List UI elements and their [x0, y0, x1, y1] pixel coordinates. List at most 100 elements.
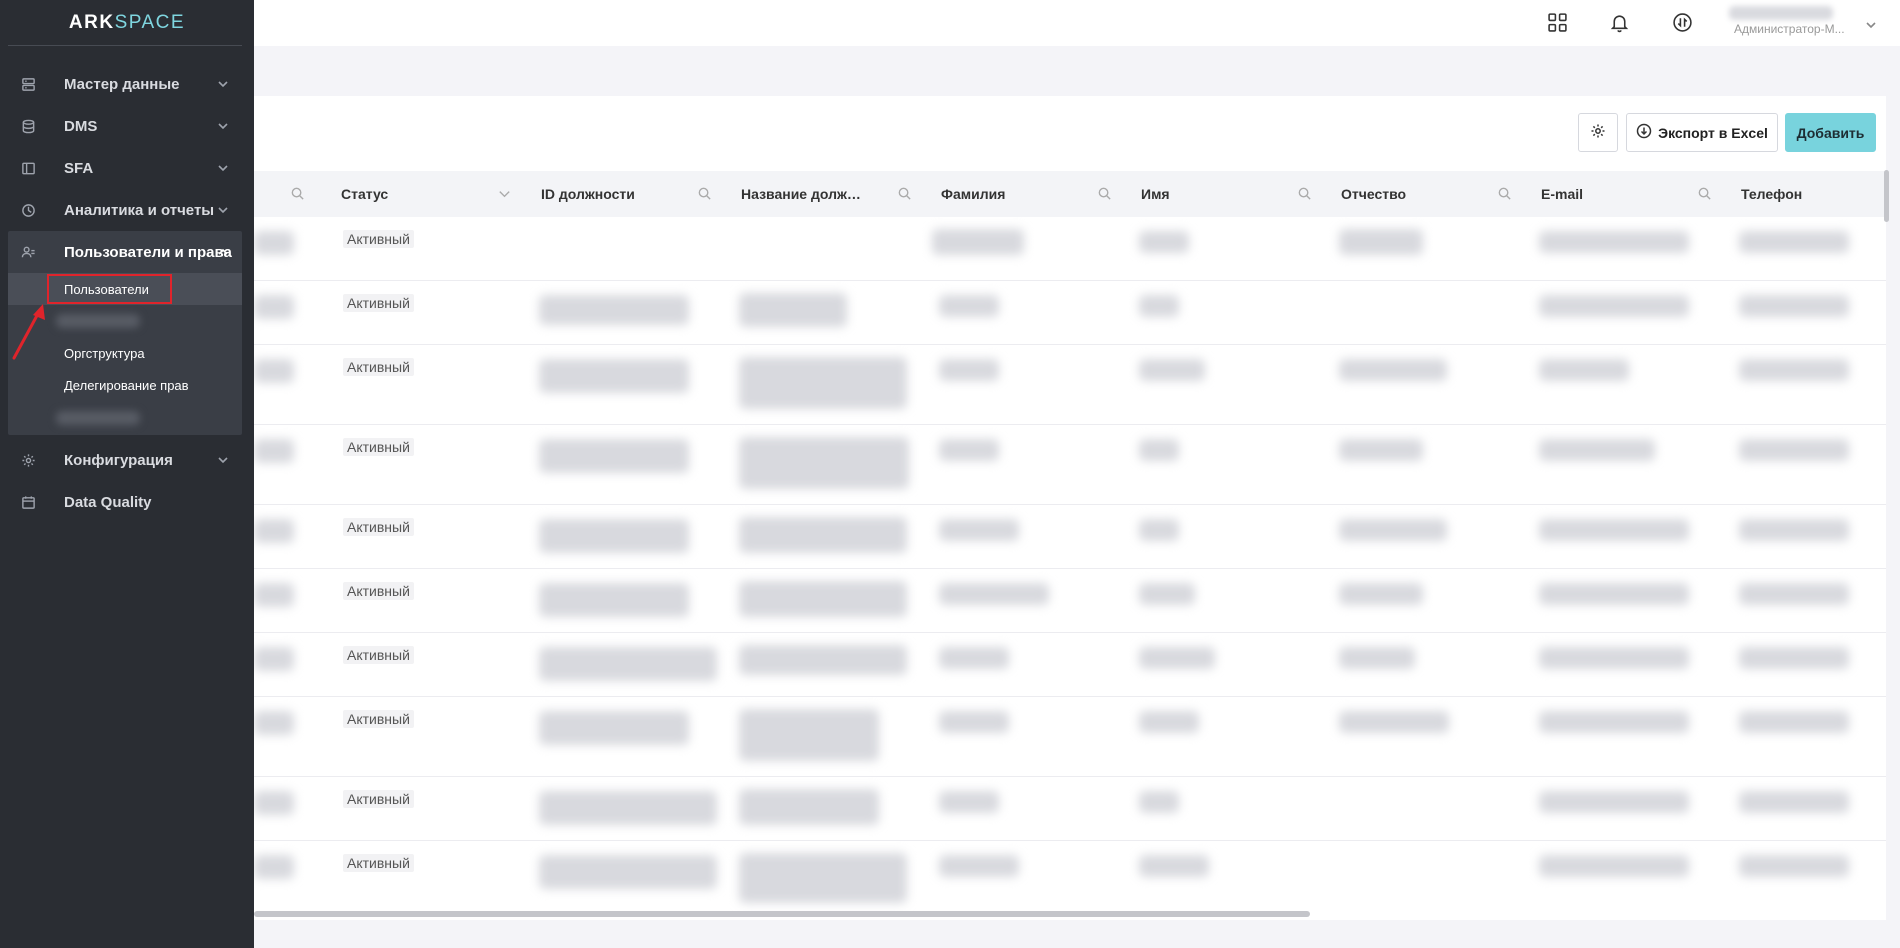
annotation-arrow [12, 304, 45, 360]
sidebar-item-label: SFA [64, 159, 94, 177]
table-row[interactable]: Активный [254, 505, 1886, 569]
search-icon[interactable] [1697, 186, 1713, 202]
sidebar-item-label: Аналитика и отчеты [64, 201, 215, 219]
column-header-label: Фамилия [941, 186, 1006, 202]
search-icon[interactable] [897, 186, 913, 202]
table-row[interactable]: Активный [254, 217, 1886, 281]
column-header-label: Телефон [1741, 186, 1803, 202]
column-header-email[interactable]: E-mail [1541, 171, 1727, 217]
gear-icon [20, 452, 36, 468]
sidebar-subitem-label: Делегирование прав [64, 377, 189, 393]
gear-icon [1590, 123, 1606, 142]
status-badge: Активный [343, 710, 414, 728]
column-header-label: Название должн... [741, 186, 865, 202]
status-badge: Активный [343, 790, 414, 808]
sidebar-item-label: DMS [64, 117, 98, 135]
status-badge: Активный [343, 518, 414, 536]
logo-divider [8, 45, 242, 46]
chevron-down-icon [216, 203, 230, 217]
chevron-down-icon [216, 453, 230, 467]
table-row[interactable]: Активный [254, 633, 1886, 697]
horizontal-scrollbar-thumb[interactable] [254, 911, 1310, 917]
status-badge: Активный [343, 358, 414, 376]
search-icon[interactable] [1097, 186, 1113, 202]
users-table-card: Экспорт в Excel Добавить Статус ID должн… [254, 96, 1886, 920]
sync-icon[interactable] [1670, 10, 1694, 34]
sidebar-subitem-delegation[interactable]: Делегирование прав [8, 369, 242, 401]
add-button[interactable]: Добавить [1785, 113, 1876, 152]
sidebar-menu: Мастер данные DMS SFA Аналитика и отчеты… [0, 63, 254, 523]
chevron-down-icon[interactable] [497, 186, 513, 202]
server-icon [20, 76, 36, 92]
sidebar: ARK SPACE Мастер данные DMS SFA Аналитика… [0, 0, 254, 948]
export-excel-button[interactable]: Экспорт в Excel [1626, 113, 1778, 152]
redacted-text [56, 314, 140, 328]
user-name-redacted [1729, 6, 1833, 20]
calendar-icon [20, 494, 36, 510]
table-header: Статус ID должности Название должн... Фа… [254, 171, 1886, 217]
status-badge: Активный [343, 294, 414, 312]
column-header-position-id[interactable]: ID должности [541, 171, 727, 217]
user-role: Администратор-М... [1734, 22, 1845, 36]
status-badge: Активный [343, 438, 414, 456]
sidebar-item-label: Мастер данные [64, 75, 180, 93]
column-header-label: ID должности [541, 186, 635, 202]
table-row[interactable]: Активный [254, 425, 1886, 505]
user-menu[interactable]: Администратор-М... [1727, 4, 1887, 42]
sidebar-subitem-redacted[interactable] [8, 401, 242, 435]
table-settings-button[interactable] [1578, 113, 1618, 152]
redacted-text [56, 411, 140, 425]
highlight-box [47, 274, 172, 304]
column-header-last-name[interactable]: Фамилия [941, 171, 1127, 217]
column-header-previous [254, 171, 314, 217]
logo-text-ark: ARK [68, 11, 115, 33]
sidebar-item-data-quality[interactable]: Data Quality [0, 481, 254, 523]
chevron-down-icon [216, 77, 230, 91]
chevron-down-icon [1865, 18, 1877, 30]
table-row[interactable]: Активный [254, 345, 1886, 425]
table-row[interactable]: Активный [254, 777, 1886, 841]
sidebar-item-label: Пользователи и права [64, 243, 232, 261]
table-row[interactable]: Активный [254, 569, 1886, 633]
download-icon [1636, 123, 1658, 142]
sidebar-item-users-rights[interactable]: Пользователи и права [8, 231, 242, 273]
sidebar-item-analytics[interactable]: Аналитика и отчеты [0, 189, 254, 231]
table-row[interactable]: Активный [254, 697, 1886, 777]
apps-grid-icon[interactable] [1545, 10, 1569, 34]
sidebar-item-configuration[interactable]: Конфигурация [0, 439, 254, 481]
pie-chart-icon [20, 202, 36, 218]
export-excel-label: Экспорт в Excel [1658, 124, 1768, 141]
database-icon [20, 118, 36, 134]
bell-icon[interactable] [1607, 10, 1631, 34]
sidebar-item-sfa[interactable]: SFA [0, 147, 254, 189]
table-row[interactable]: Активный [254, 281, 1886, 345]
status-badge: Активный [343, 646, 414, 664]
sidebar-item-label: Конфигурация [64, 451, 173, 469]
chevron-down-icon [216, 161, 230, 175]
column-header-position-name[interactable]: Название должн... [741, 171, 927, 217]
logo-text-space: SPACE [114, 11, 186, 33]
column-header-phone[interactable]: Телефон [1741, 171, 1881, 217]
column-header-label: Имя [1141, 186, 1170, 202]
column-header-first-name[interactable]: Имя [1141, 171, 1327, 217]
chevron-down-icon [216, 119, 230, 133]
column-header-status[interactable]: Статус [341, 171, 527, 217]
sidebar-subitem-label: Оргструктура [64, 345, 145, 361]
sidebar-item-dms[interactable]: DMS [0, 105, 254, 147]
column-header-label: Отчество [1341, 186, 1407, 202]
table-row[interactable]: Активный [254, 841, 1886, 907]
users-icon [20, 244, 36, 260]
status-badge: Активный [343, 230, 414, 248]
vertical-scrollbar-thumb[interactable] [1884, 170, 1889, 222]
column-header-label: Статус [341, 186, 389, 202]
layout-icon [20, 160, 36, 176]
column-header-patronymic[interactable]: Отчество [1341, 171, 1527, 217]
column-header-label: E-mail [1541, 186, 1584, 202]
logo[interactable]: ARK SPACE [0, 0, 254, 45]
sidebar-item-master-data[interactable]: Мастер данные [0, 63, 254, 105]
search-icon[interactable] [1497, 186, 1513, 202]
search-icon[interactable] [290, 186, 306, 202]
search-icon[interactable] [1297, 186, 1313, 202]
search-icon[interactable] [697, 186, 713, 202]
top-header: Администратор-М... [254, 0, 1900, 46]
